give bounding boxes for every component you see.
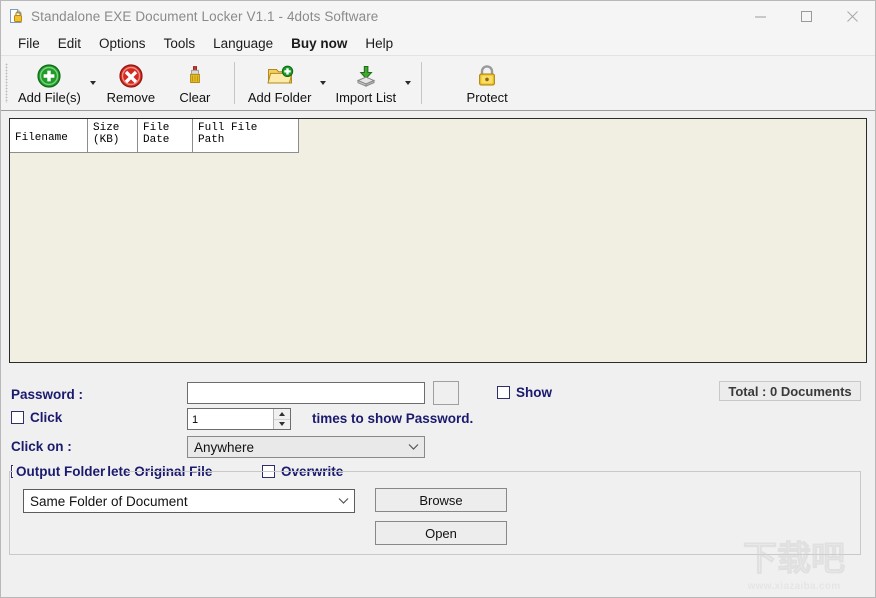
menu-item-language[interactable]: Language xyxy=(204,34,282,53)
protect-label: Protect xyxy=(466,90,508,105)
click-on-label: Click on : xyxy=(11,439,72,454)
output-folder-value: Same Folder of Document xyxy=(30,493,188,509)
add-files-button[interactable]: Add File(s) xyxy=(12,58,87,108)
clear-brush-icon xyxy=(182,61,208,89)
remove-label: Remove xyxy=(106,90,156,105)
minimize-icon[interactable] xyxy=(737,1,783,31)
import-list-dropdown-icon[interactable] xyxy=(402,58,414,108)
column-header-full-file-path[interactable]: Full File Path xyxy=(193,119,299,152)
add-folder-dropdown-icon[interactable] xyxy=(317,58,329,108)
menu-item-tools[interactable]: Tools xyxy=(155,34,205,53)
options-pane: Password : Show Total : 0 Documents Clic… xyxy=(1,363,875,597)
menu-bar: File Edit Options Tools Language Buy now… xyxy=(1,31,875,55)
show-password-label: Show xyxy=(516,385,552,400)
toolbar: Add File(s) Remove Clear Add Folder Impo… xyxy=(1,55,875,111)
toolbar-separator-2 xyxy=(421,62,423,104)
protect-button[interactable]: Protect xyxy=(455,58,519,108)
remove-button[interactable]: Remove xyxy=(99,58,163,108)
file-list[interactable]: Filename Size (KB) File Date Full File P… xyxy=(9,118,867,363)
application-window: Standalone EXE Document Locker V1.1 - 4d… xyxy=(0,0,876,598)
add-files-dropdown-icon[interactable] xyxy=(87,58,99,108)
padlock-icon xyxy=(475,61,499,89)
menu-item-options[interactable]: Options xyxy=(90,34,155,53)
clear-label: Clear xyxy=(179,90,211,105)
click-checkbox[interactable] xyxy=(11,411,24,424)
maximize-icon[interactable] xyxy=(783,1,829,31)
menu-item-help[interactable]: Help xyxy=(356,34,402,53)
show-password-checkbox[interactable] xyxy=(497,386,510,399)
click-times-stepper[interactable]: 1 xyxy=(187,408,291,430)
menu-item-buy-now[interactable]: Buy now xyxy=(282,34,356,53)
window-controls xyxy=(737,1,875,31)
click-times-spin-buttons[interactable] xyxy=(273,409,290,429)
file-list-body[interactable] xyxy=(10,153,866,362)
password-row: Password : xyxy=(11,387,83,402)
click-on-combobox[interactable]: Anywhere xyxy=(187,436,425,458)
import-list-button[interactable]: Import List xyxy=(329,58,402,108)
spinner-up-icon[interactable] xyxy=(274,409,290,419)
import-list-icon xyxy=(353,61,379,89)
clear-button[interactable]: Clear xyxy=(163,58,227,108)
password-label: Password : xyxy=(11,387,84,402)
column-header-size[interactable]: Size (KB) xyxy=(88,119,138,152)
window-title: Standalone EXE Document Locker V1.1 - 4d… xyxy=(31,8,379,24)
chevron-down-icon xyxy=(336,494,350,508)
add-folder-icon xyxy=(266,61,294,89)
remove-icon xyxy=(118,61,144,89)
close-icon[interactable] xyxy=(829,1,875,31)
document-lock-icon xyxy=(8,8,24,24)
password-input[interactable] xyxy=(187,382,425,404)
menu-item-edit[interactable]: Edit xyxy=(49,34,90,53)
add-folder-button[interactable]: Add Folder xyxy=(242,58,318,108)
spinner-down-icon[interactable] xyxy=(274,418,290,430)
column-header-filename[interactable]: Filename xyxy=(10,119,88,152)
add-file-icon xyxy=(36,61,62,89)
chevron-down-icon xyxy=(406,440,420,454)
menu-item-file[interactable]: File xyxy=(9,34,49,53)
add-folder-label: Add Folder xyxy=(247,90,312,105)
toolbar-separator-1 xyxy=(233,62,235,104)
click-on-value: Anywhere xyxy=(194,439,255,455)
click-times-value[interactable]: 1 xyxy=(188,409,273,429)
open-button[interactable]: Open xyxy=(375,521,507,545)
output-folder-combobox[interactable]: Same Folder of Document xyxy=(23,489,355,513)
show-password-row[interactable]: Show xyxy=(497,385,552,400)
import-list-label: Import List xyxy=(335,90,397,105)
times-to-show-password-label: times to show Password. xyxy=(312,411,474,426)
total-documents-status: Total : 0 Documents xyxy=(719,381,861,401)
column-header-file-date[interactable]: File Date xyxy=(138,119,193,152)
title-bar: Standalone EXE Document Locker V1.1 - 4d… xyxy=(1,1,875,31)
click-label: Click xyxy=(30,410,63,425)
add-files-label: Add File(s) xyxy=(18,90,81,105)
output-folder-title: Output Folder xyxy=(13,464,109,479)
toolbar-grip[interactable] xyxy=(5,63,8,103)
file-list-header: Filename Size (KB) File Date Full File P… xyxy=(10,119,299,153)
click-row[interactable]: Click xyxy=(11,410,62,425)
password-generate-button[interactable] xyxy=(433,381,459,405)
browse-button[interactable]: Browse xyxy=(375,488,507,512)
group-border-right xyxy=(127,471,861,472)
